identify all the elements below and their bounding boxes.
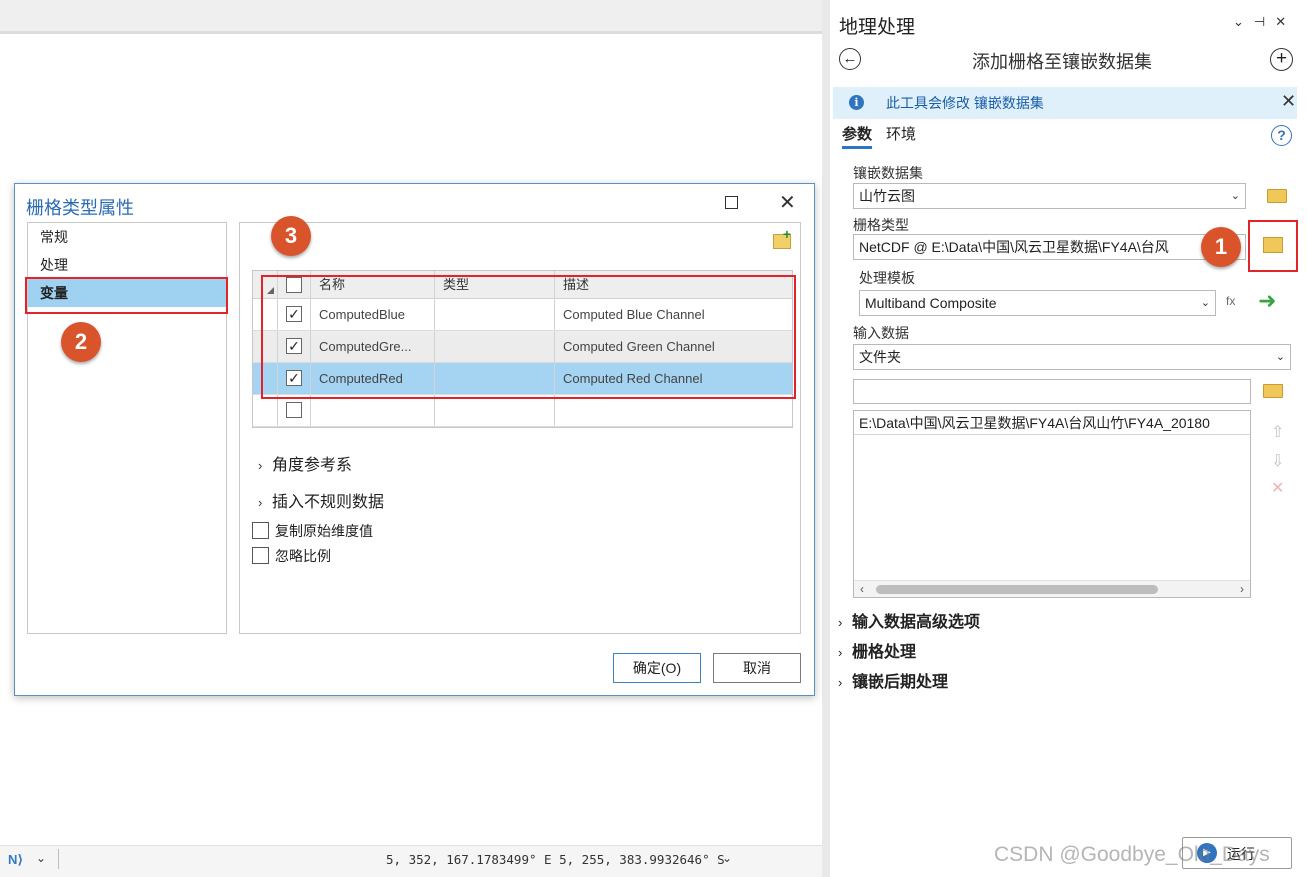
add-circle-icon[interactable]: + [1270, 48, 1293, 71]
raster-type-properties-dialog: 栅格类型属性 ✕ 常规 处理 变量 名称 类型 描述 ✓ ComputedBlu… [14, 183, 815, 696]
raster-type-label: 栅格类型 [853, 217, 909, 233]
input-data-label: 输入数据 [853, 325, 909, 341]
status-divider [58, 849, 59, 869]
highlight-box-variables [25, 277, 228, 314]
mosaic-dataset-select[interactable]: 山竹云图 ⌄ [853, 183, 1246, 209]
move-up-icon[interactable]: ⇧ [1271, 422, 1284, 442]
processing-template-label: 处理模板 [859, 270, 915, 286]
checkbox[interactable] [252, 547, 269, 564]
table-row-new[interactable] [253, 395, 792, 427]
chevron-right-icon: › [838, 615, 843, 630]
add-variable-icon[interactable] [773, 226, 791, 249]
input-type-select[interactable]: 文件夹 ⌄ [853, 344, 1291, 370]
close-icon[interactable]: ✕ [1275, 14, 1296, 29]
highlight-box-table [261, 275, 796, 399]
section-input-advanced[interactable]: › 输入数据高级选项 [838, 608, 980, 632]
section-label: 栅格处理 [852, 644, 917, 661]
chevron-right-icon: › [258, 495, 263, 510]
chevron-right-icon: › [838, 675, 843, 690]
properties-icon [1263, 237, 1283, 253]
chevron-right-icon[interactable]: › [1240, 581, 1244, 598]
list-item[interactable]: E:\Data\中国\风云卫星数据\FY4A\台风山竹\FY4A_20180 [854, 411, 1250, 435]
raster-properties-button[interactable] [1248, 220, 1298, 272]
info-icon: i [849, 95, 864, 110]
coordinate-readout: 5, 352, 167.1783499° E 5, 255, 383.99326… [386, 852, 725, 867]
arrow-right-icon[interactable]: ➜ [1258, 288, 1276, 314]
processing-template-select[interactable]: Multiband Composite ⌄ [859, 290, 1216, 316]
input-data-list: E:\Data\中国\风云卫星数据\FY4A\台风山竹\FY4A_20180 ‹… [853, 410, 1251, 598]
watermark: CSDN @Goodbye_Old_Days [994, 843, 1270, 866]
tool-title: 添加栅格至镶嵌数据集 [972, 52, 1152, 72]
row-indicator [253, 395, 278, 426]
tab-environments[interactable]: 环境 [886, 123, 916, 144]
section-post-processing[interactable]: › 镶嵌后期处理 [838, 668, 948, 692]
map-top-toolbar [0, 0, 822, 34]
move-down-icon[interactable]: ⇩ [1271, 451, 1284, 471]
chevron-right-icon: › [258, 458, 263, 473]
chevron-down-icon[interactable]: ⌄ [722, 851, 732, 865]
expander-label: 插入不规则数据 [272, 494, 385, 511]
step-badge-2: 2 [61, 322, 101, 362]
close-icon[interactable]: ✕ [1281, 91, 1296, 112]
raster-type-select[interactable]: NetCDF @ E:\Data\中国\风云卫星数据\FY4A\台风 [853, 234, 1246, 260]
pane-window-controls[interactable]: ⌄⊣✕ [1233, 14, 1296, 30]
category-processing[interactable]: 处理 [28, 251, 226, 279]
row-check-cell [278, 395, 311, 426]
option-label: 复制原始维度值 [275, 523, 373, 539]
option-label: 忽略比例 [275, 548, 331, 564]
processing-template-value: Multiband Composite [865, 295, 997, 311]
input-type-value: 文件夹 [859, 349, 901, 365]
folder-icon[interactable] [1267, 189, 1287, 203]
checkbox[interactable] [252, 522, 269, 539]
tab-parameters[interactable]: 参数 [842, 123, 873, 149]
section-label: 镶嵌后期处理 [852, 674, 949, 691]
dialog-title: 栅格类型属性 [26, 198, 134, 218]
maximize-icon[interactable] [725, 196, 738, 209]
geoprocessing-pane: 地理处理 ⌄⊣✕ ← 添加栅格至镶嵌数据集 + i 此工具会修改 镶嵌数据集 ✕… [830, 0, 1307, 877]
category-general[interactable]: 常规 [28, 223, 226, 251]
section-raster-processing[interactable]: › 栅格处理 [838, 638, 916, 662]
remove-icon[interactable]: ✕ [1271, 478, 1284, 498]
chevron-right-icon: › [838, 645, 843, 660]
expander-irregular-data[interactable]: › 插入不规则数据 [258, 488, 384, 512]
info-banner: i 此工具会修改 镶嵌数据集 ✕ [833, 87, 1297, 119]
variable-description[interactable] [555, 395, 792, 426]
function-editor-icon[interactable]: fx [1226, 294, 1235, 308]
scrollbar-thumb[interactable] [876, 585, 1158, 594]
chevron-down-icon: ⌄ [1230, 190, 1240, 202]
info-text[interactable]: 此工具会修改 镶嵌数据集 [886, 93, 1044, 113]
raster-type-value: NetCDF @ E:\Data\中国\风云卫星数据\FY4A\台风 [859, 239, 1169, 255]
option-ignore-scale[interactable]: 忽略比例 [252, 546, 331, 566]
horizontal-scrollbar[interactable]: ‹ › [854, 580, 1250, 597]
add-folder-icon[interactable] [1263, 384, 1283, 398]
expander-angular-reference[interactable]: › 角度参考系 [258, 451, 352, 475]
pin-icon[interactable]: ⊣ [1254, 14, 1275, 29]
variable-type[interactable] [435, 395, 555, 426]
help-icon[interactable]: ? [1271, 125, 1292, 146]
cancel-button[interactable]: 取消 [713, 653, 801, 683]
step-badge-1: 1 [1201, 227, 1241, 267]
chevron-down-icon: ⌄ [1275, 351, 1285, 363]
chevron-down-icon[interactable]: ⌄ [1233, 14, 1254, 29]
ok-button[interactable]: 确定(O) [613, 653, 701, 683]
pane-title: 地理处理 [839, 17, 916, 38]
chevron-down-icon[interactable]: ⌄ [36, 851, 50, 865]
option-copy-dimension-values[interactable]: 复制原始维度值 [252, 521, 373, 541]
chevron-left-icon[interactable]: ‹ [860, 581, 864, 598]
back-arrow-icon[interactable]: ← [839, 48, 861, 70]
mosaic-dataset-value: 山竹云图 [859, 188, 915, 204]
row-checkbox[interactable] [286, 402, 302, 418]
variable-name[interactable] [311, 395, 435, 426]
chevron-down-icon: ⌄ [1200, 297, 1210, 309]
close-icon[interactable]: ✕ [779, 190, 796, 215]
step-badge-3: 3 [271, 216, 311, 256]
pane-splitter[interactable] [822, 0, 830, 877]
navigation-icon[interactable]: N⟩ [8, 852, 30, 868]
expander-label: 角度参考系 [272, 457, 353, 474]
input-path-field[interactable] [853, 379, 1251, 404]
mosaic-dataset-label: 镶嵌数据集 [853, 165, 923, 181]
section-label: 输入数据高级选项 [852, 614, 981, 631]
